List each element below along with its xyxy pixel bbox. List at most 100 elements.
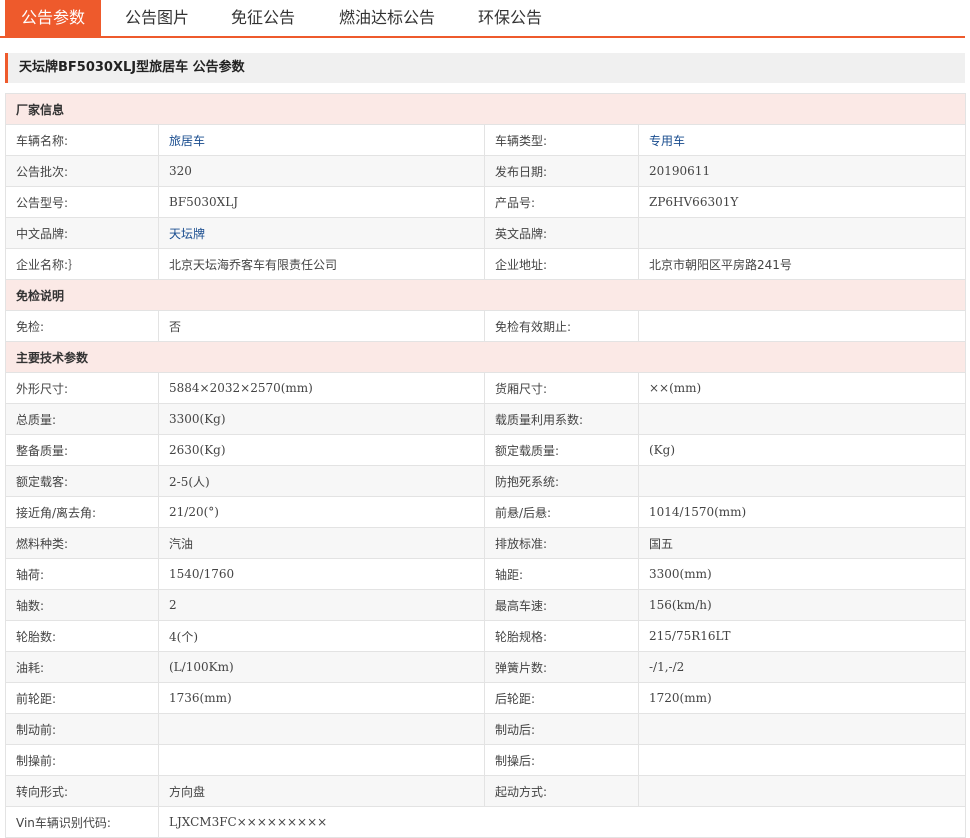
table-row: 前轮距: 1736(mm) 后轮距: 1720(mm) [5, 682, 967, 714]
section-header-manufacturer: 厂家信息 [4, 93, 967, 125]
table-row: 转向形式: 方向盘 起动方式: [5, 775, 967, 807]
label-curb-mass: 整备质量: [5, 434, 159, 466]
label-front-track: 前轮距: [5, 682, 159, 714]
label-tire-spec: 轮胎规格: [484, 620, 639, 652]
label-exempt: 免检: [5, 310, 159, 342]
label-spring-leaves: 弹簧片数: [484, 651, 639, 683]
table-row: 油耗: (L/100Km) 弹簧片数: -/1,-/2 [5, 651, 967, 683]
value-brake-op-rear [637, 744, 967, 776]
value-spring-leaves: -/1,-/2 [637, 651, 967, 683]
label-brake-op-rear: 制操后: [484, 744, 639, 776]
value-en-brand [637, 217, 967, 249]
value-company-address: 北京市朝阳区平房路241号 [637, 248, 967, 280]
params-table: 厂家信息 车辆名称: 旅居车 车辆类型: 专用车 公告批次: 320 发布日期:… [4, 93, 967, 838]
label-rated-load: 额定载质量: [484, 434, 639, 466]
section-header-exemption: 免检说明 [4, 279, 967, 311]
value-axle-load: 1540/1760 [158, 558, 485, 590]
tab-announcement-images[interactable]: 公告图片 [109, 0, 205, 36]
table-row: 公告批次: 320 发布日期: 20190611 [5, 155, 967, 187]
label-axle-count: 轴数: [5, 589, 159, 621]
value-tire-count: 4(个) [158, 620, 485, 652]
table-row: 接近角/离去角: 21/20(°) 前悬/后悬: 1014/1570(mm) [5, 496, 967, 528]
label-tire-count: 轮胎数: [5, 620, 159, 652]
table-row: Vin车辆识别代码: LJXCM3FC××××××××× [5, 806, 967, 838]
value-rated-passengers: 2-5(人) [158, 465, 485, 497]
value-approach-departure: 21/20(°) [158, 496, 485, 528]
value-vehicle-type[interactable]: 专用车 [637, 124, 967, 156]
value-brake-op-front [158, 744, 485, 776]
value-fuel-type: 汽油 [158, 527, 485, 559]
label-vehicle-name: 车辆名称: [5, 124, 159, 156]
label-steering: 转向形式: [5, 775, 159, 807]
label-overhang: 前悬/后悬: [484, 496, 639, 528]
label-brake-op-front: 制操前: [5, 744, 159, 776]
label-batch: 公告批次: [5, 155, 159, 187]
table-row: 轮胎数: 4(个) 轮胎规格: 215/75R16LT [5, 620, 967, 652]
label-rear-track: 后轮距: [484, 682, 639, 714]
label-cargo-size: 货厢尺寸: [484, 372, 639, 404]
tab-announcement-params[interactable]: 公告参数 [5, 0, 101, 36]
label-en-brand: 英文品牌: [484, 217, 639, 249]
table-row: 总质量: 3300(Kg) 载质量利用系数: [5, 403, 967, 435]
table-row: 制操前: 制操后: [5, 744, 967, 776]
table-row: 轴数: 2 最高车速: 156(km/h) [5, 589, 967, 621]
label-abs: 防抱死系统: [484, 465, 639, 497]
value-emission-standard: 国五 [637, 527, 967, 559]
label-company-name: 企业名称:｝ [5, 248, 159, 280]
value-start-method [637, 775, 967, 807]
label-vehicle-type: 车辆类型: [484, 124, 639, 156]
label-brake-rear: 制动后: [484, 713, 639, 745]
label-company-address: 企业地址: [484, 248, 639, 280]
table-row: 整备质量: 2630(Kg) 额定载质量: (Kg) [5, 434, 967, 466]
value-fuel-consumption: (L/100Km) [158, 651, 485, 683]
label-exempt-expiry: 免检有效期止: [484, 310, 639, 342]
tab-environmental[interactable]: 环保公告 [462, 0, 558, 36]
label-max-speed: 最高车速: [484, 589, 639, 621]
value-cargo-size: ××(mm) [637, 372, 967, 404]
value-total-mass: 3300(Kg) [158, 403, 485, 435]
label-model: 公告型号: [5, 186, 159, 218]
label-start-method: 起动方式: [484, 775, 639, 807]
value-product-no: ZP6HV66301Y [637, 186, 967, 218]
tab-tax-exemption[interactable]: 免征公告 [215, 0, 311, 36]
tab-fuel-compliance[interactable]: 燃油达标公告 [327, 0, 447, 36]
label-fuel-consumption: 油耗: [5, 651, 159, 683]
label-approach-departure: 接近角/离去角: [5, 496, 159, 528]
label-axle-load: 轴荷: [5, 558, 159, 590]
value-front-track: 1736(mm) [158, 682, 485, 714]
value-exempt-expiry [637, 310, 967, 342]
table-row: 中文品牌: 天坛牌 英文品牌: [5, 217, 967, 249]
page-title-bar: 天坛牌BF5030XLJ型旅居车 公告参数 [5, 53, 965, 83]
value-dimensions: 5884×2032×2570(mm) [158, 372, 485, 404]
label-product-no: 产品号: [484, 186, 639, 218]
table-row: 外形尺寸: 5884×2032×2570(mm) 货厢尺寸: ××(mm) [5, 372, 967, 404]
label-wheelbase: 轴距: [484, 558, 639, 590]
label-publish-date: 发布日期: [484, 155, 639, 187]
value-axle-count: 2 [158, 589, 485, 621]
value-cn-brand[interactable]: 天坛牌 [158, 217, 485, 249]
value-rear-track: 1720(mm) [637, 682, 967, 714]
table-row: 燃料种类: 汽油 排放标准: 国五 [5, 527, 967, 559]
value-exempt: 否 [158, 310, 485, 342]
value-abs [637, 465, 967, 497]
value-model: BF5030XLJ [158, 186, 485, 218]
value-rated-load: (Kg) [637, 434, 967, 466]
value-vin: LJXCM3FC××××××××× [157, 806, 967, 838]
value-max-speed: 156(km/h) [637, 589, 967, 621]
value-batch: 320 [158, 155, 485, 187]
table-row: 企业名称:｝ 北京天坛海乔客车有限责任公司 企业地址: 北京市朝阳区平房路241… [5, 248, 967, 280]
label-total-mass: 总质量: [5, 403, 159, 435]
table-row: 免检: 否 免检有效期止: [5, 310, 967, 342]
section-title: 主要技术参数 [4, 341, 967, 373]
section-header-tech: 主要技术参数 [4, 341, 967, 373]
value-vehicle-name[interactable]: 旅居车 [158, 124, 485, 156]
table-row: 车辆名称: 旅居车 车辆类型: 专用车 [5, 124, 967, 156]
label-brake-front: 制动前: [5, 713, 159, 745]
value-wheelbase: 3300(mm) [637, 558, 967, 590]
value-tire-spec: 215/75R16LT [637, 620, 967, 652]
value-brake-rear [637, 713, 967, 745]
value-curb-mass: 2630(Kg) [158, 434, 485, 466]
label-cn-brand: 中文品牌: [5, 217, 159, 249]
value-company-name: 北京天坛海乔客车有限责任公司 [158, 248, 485, 280]
section-title: 免检说明 [4, 279, 967, 311]
